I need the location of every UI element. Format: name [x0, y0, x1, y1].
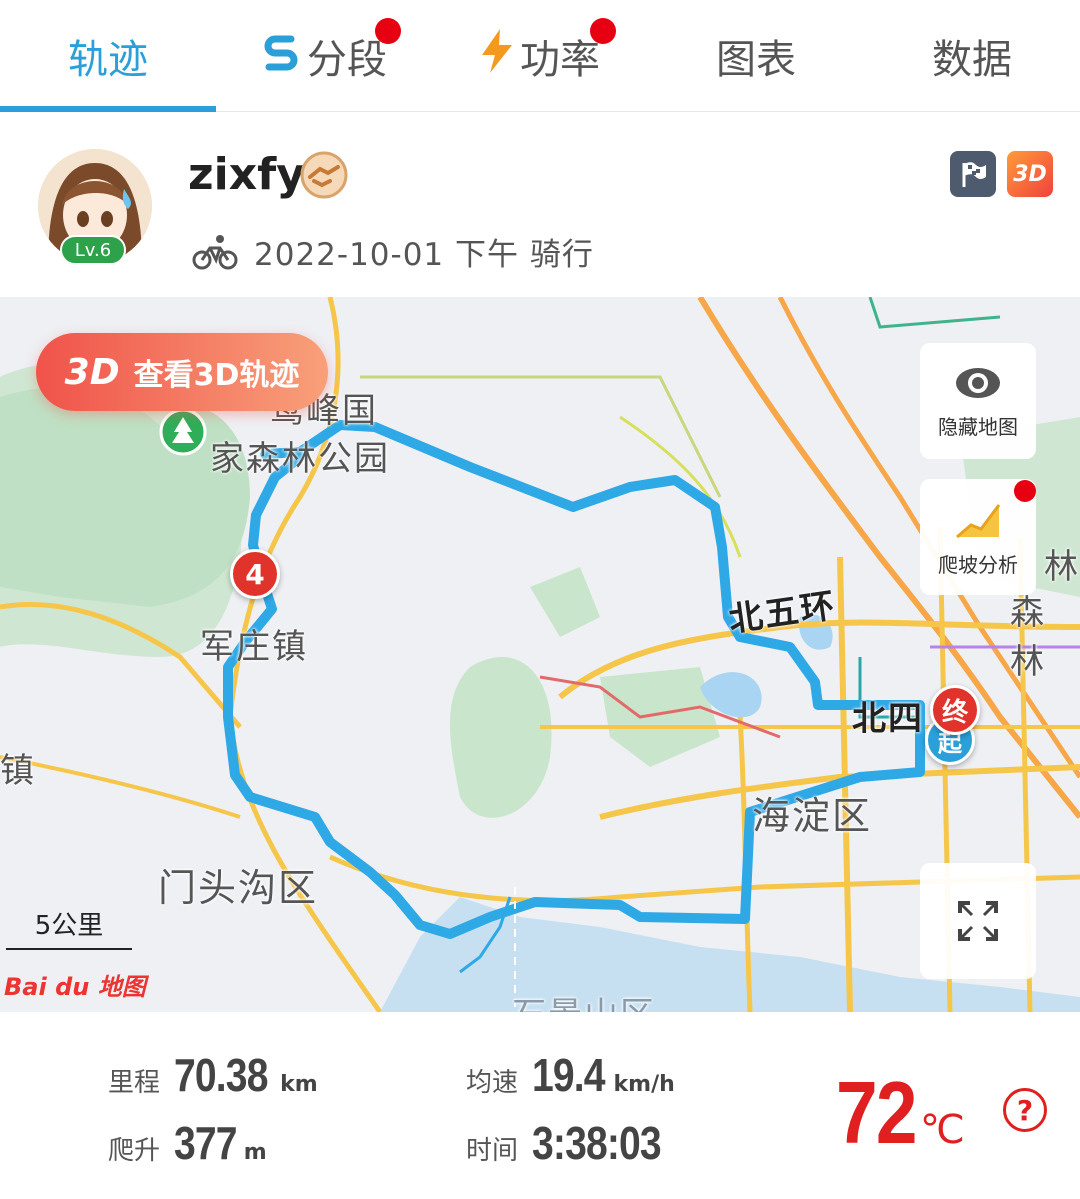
- time-label: 时间: [466, 1136, 519, 1166]
- username[interactable]: zixfy: [188, 149, 305, 200]
- ride-header: Lv.6 zixfy 2022-10-01 下午 骑行 3D: [0, 113, 1080, 297]
- map-label-haidian: 海淀区: [752, 794, 873, 838]
- view-3d-track-button[interactable]: 3D 查看3D轨迹: [36, 333, 328, 411]
- temperature-readout: 72 ℃: [836, 1062, 965, 1164]
- checkered-flag-button[interactable]: [950, 151, 996, 197]
- stat-climb: 爬升 377 m: [108, 1116, 267, 1170]
- map-scale: 5公里: [6, 905, 132, 950]
- route-point-4-marker[interactable]: 4: [230, 549, 280, 599]
- help-icon[interactable]: ?: [1003, 1088, 1047, 1132]
- avg-speed-unit: km/h: [613, 1072, 675, 1097]
- distance-label: 里程: [108, 1068, 161, 1098]
- tab-track-label: 轨迹: [68, 37, 148, 83]
- hide-map-label: 隐藏地图: [938, 414, 1018, 439]
- climb-chart-icon: [956, 503, 1001, 538]
- tab-track[interactable]: 轨迹: [0, 0, 216, 112]
- active-tab-indicator: [0, 106, 216, 112]
- map-label-junzhuang: 军庄镇: [200, 627, 308, 667]
- map-label-senlin: 森林: [1010, 593, 1046, 682]
- tab-data[interactable]: 数据: [864, 0, 1080, 112]
- handshake-icon: [300, 151, 348, 199]
- view-3d-label: 查看3D轨迹: [133, 358, 300, 393]
- tab-power-label: 功率: [520, 37, 600, 83]
- eye-icon: [956, 367, 1000, 398]
- bicycle-icon: [192, 234, 238, 269]
- map-label-lin: 林: [1044, 547, 1080, 587]
- climb-unit: m: [243, 1140, 267, 1165]
- view-3d-small-button[interactable]: 3D: [1007, 151, 1053, 197]
- tab-charts-label: 图表: [716, 37, 796, 83]
- tab-power[interactable]: 功率: [432, 0, 648, 112]
- fullscreen-button[interactable]: [920, 863, 1036, 979]
- baidu-map-logo: Bai du 地图: [4, 973, 146, 1001]
- avg-speed-label: 均速: [466, 1068, 519, 1098]
- climb-analysis-label: 爬坡分析: [938, 552, 1018, 577]
- expand-icon: [958, 901, 998, 941]
- climb-analysis-notification-dot: [1014, 480, 1036, 502]
- distance-value: 70.38: [174, 1049, 268, 1101]
- lightning-icon: [480, 29, 514, 83]
- level-badge: Lv.6: [60, 235, 126, 265]
- end-marker[interactable]: 终: [930, 685, 980, 735]
- map-label-north-4th-ring: 北四: [852, 699, 924, 739]
- ride-stats: 里程 70.38 km 爬升 377 m 均速 19.4 km/h 时间 3:3…: [0, 1012, 1080, 1199]
- stat-distance: 里程 70.38 km: [108, 1048, 318, 1102]
- tab-charts[interactable]: 图表: [648, 0, 864, 112]
- route-map[interactable]: 鹫峰国 家森林公园 军庄镇 门头沟区 海淀区 北五环 北四 镇 林 森林 石景山…: [0, 297, 1080, 1012]
- ride-date-type: 2022-10-01 下午 骑行: [254, 237, 594, 273]
- ride-meta: 2022-10-01 下午 骑行: [192, 229, 594, 274]
- map-label-mentougou: 门头沟区: [158, 866, 319, 910]
- map-label-forest-park-2: 家森林公园: [210, 439, 390, 479]
- climb-value: 377: [174, 1117, 238, 1169]
- segments-notification-dot: [375, 18, 401, 44]
- checkered-flag-icon: [962, 162, 986, 187]
- climb-label: 爬升: [108, 1136, 161, 1166]
- temperature-value: 72: [836, 1063, 918, 1162]
- stat-time: 时间 3:38:03: [466, 1116, 684, 1170]
- stat-avg-speed: 均速 19.4 km/h: [466, 1048, 675, 1102]
- map-label-shijingshan: 石景山区: [512, 987, 656, 1012]
- distance-unit: km: [280, 1072, 318, 1097]
- temperature-unit: ℃: [919, 1107, 965, 1153]
- hide-map-button[interactable]: 隐藏地图: [920, 343, 1036, 459]
- power-notification-dot: [590, 18, 616, 44]
- segment-icon: [261, 31, 301, 81]
- tab-data-label: 数据: [932, 37, 1012, 83]
- map-label-zhen: 镇: [0, 751, 36, 791]
- tab-segments[interactable]: 分段: [216, 0, 432, 112]
- tab-bar: 轨迹 分段 功率 图表 数据: [0, 0, 1080, 112]
- time-value: 3:38:03: [532, 1117, 662, 1169]
- avg-speed-value: 19.4: [532, 1049, 606, 1101]
- view-3d-badge: 3D: [64, 351, 120, 393]
